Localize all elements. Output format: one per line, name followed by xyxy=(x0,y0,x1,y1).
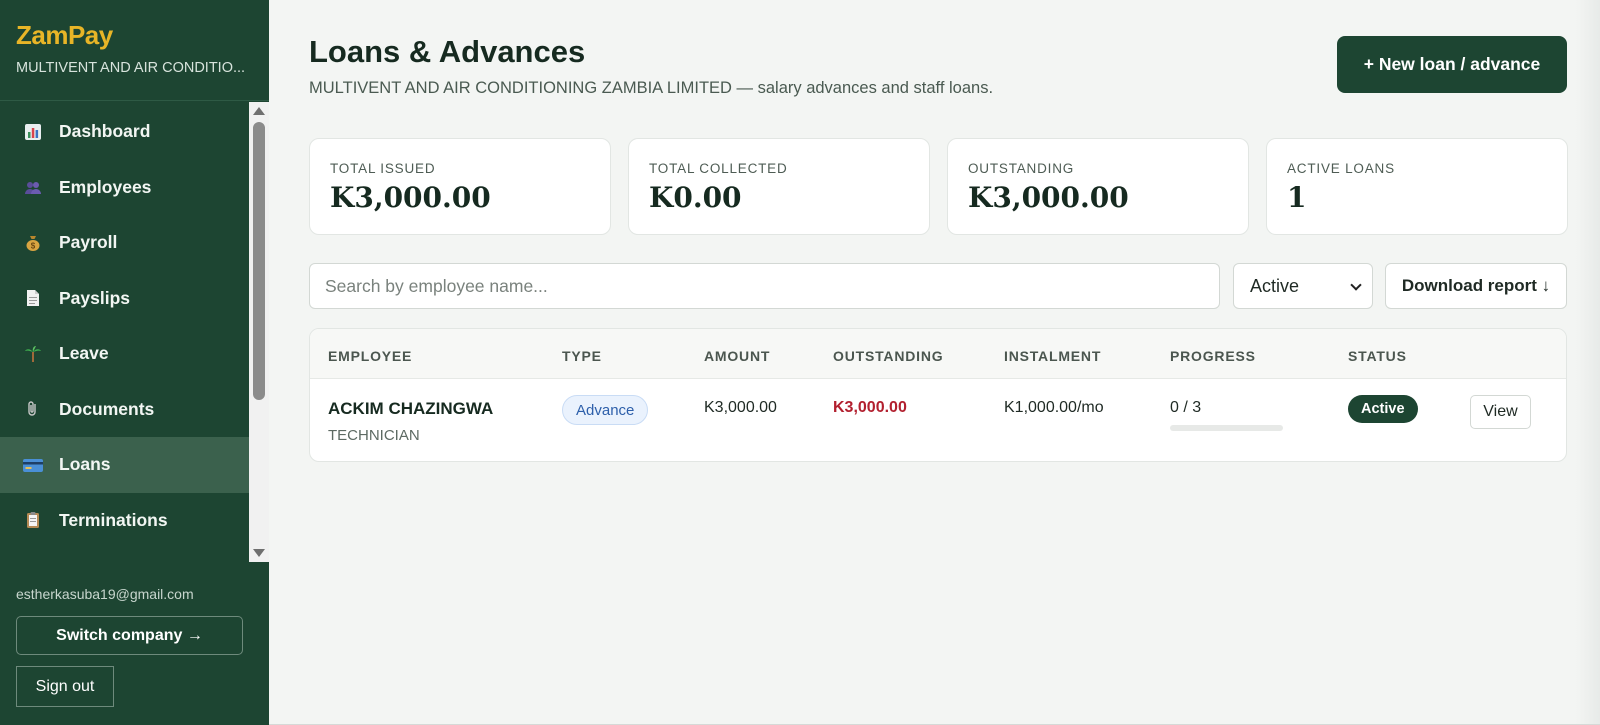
sidebar-item-leave[interactable]: Leave xyxy=(0,326,249,382)
scroll-up-arrow-icon[interactable] xyxy=(253,107,265,115)
page-edge-shade xyxy=(1576,0,1600,725)
scroll-down-arrow-icon[interactable] xyxy=(253,549,265,557)
sidebar-item-documents[interactable]: Documents xyxy=(0,382,249,438)
credit-card-icon xyxy=(23,455,43,475)
type-badge: Advance xyxy=(562,395,649,425)
money-bag-icon: $ xyxy=(23,233,43,253)
outstanding-amount: K3,000.00 xyxy=(833,399,907,416)
column-header-type: TYPE xyxy=(562,348,602,364)
stat-card-total-collected: TOTAL COLLECTED K0.00 xyxy=(628,138,930,235)
sidebar-item-payroll[interactable]: $ Payroll xyxy=(0,215,249,271)
page-subtitle: MULTIVENT AND AIR CONDITIONING ZAMBIA LI… xyxy=(309,79,994,97)
sidebar-scrollbar[interactable] xyxy=(249,102,269,562)
stat-card-total-issued: TOTAL ISSUED K3,000.00 xyxy=(309,138,611,235)
column-header-amount: AMOUNT xyxy=(704,348,771,364)
employee-name: ACKIM CHAZINGWA xyxy=(328,399,494,418)
stat-label: TOTAL COLLECTED xyxy=(649,161,788,176)
new-loan-button[interactable]: + New loan / advance xyxy=(1337,36,1567,93)
sidebar-item-label: Loans xyxy=(59,454,111,475)
user-email: estherkasuba19@gmail.com xyxy=(16,586,194,602)
column-header-employee: EMPLOYEE xyxy=(328,348,413,364)
status-badge: Active xyxy=(1348,395,1418,423)
scrollbar-thumb[interactable] xyxy=(253,122,265,400)
stat-value: K0.00 xyxy=(649,181,742,214)
brand-logo[interactable]: ZamPay xyxy=(16,20,113,51)
paperclip-icon xyxy=(23,399,43,419)
instalment-amount: K1,000.00/mo xyxy=(1004,399,1104,416)
sidebar-item-label: Terminations xyxy=(59,509,168,530)
loans-table: EMPLOYEE TYPE AMOUNT OUTSTANDING INSTALM… xyxy=(309,328,1567,462)
sidebar-item-dashboard[interactable]: Dashboard xyxy=(0,104,249,160)
stat-value: K3,000.00 xyxy=(330,181,491,214)
stat-card-outstanding: OUTSTANDING K3,000.00 xyxy=(947,138,1249,235)
stat-label: TOTAL ISSUED xyxy=(330,161,436,176)
sidebar-item-employees[interactable]: Employees xyxy=(0,160,249,216)
sidebar-item-terminations[interactable]: Terminations xyxy=(0,493,249,549)
column-header-instalment: INSTALMENT xyxy=(1004,348,1102,364)
column-header-status: STATUS xyxy=(1348,348,1407,364)
page-title: Loans & Advances xyxy=(309,34,586,69)
people-icon xyxy=(23,177,43,197)
status-filter-select[interactable]: Active xyxy=(1233,263,1373,309)
sidebar-item-label: Leave xyxy=(59,343,109,364)
download-report-button[interactable]: Download report ↓ xyxy=(1385,263,1567,309)
sidebar-nav: Dashboard Employees $ Payroll Payslips L… xyxy=(0,104,249,562)
sidebar-item-label: Employees xyxy=(59,176,152,197)
stat-label: OUTSTANDING xyxy=(968,161,1075,176)
sidebar: ZamPay MULTIVENT AND AIR CONDITIO... Das… xyxy=(0,0,269,725)
table-header: EMPLOYEE TYPE AMOUNT OUTSTANDING INSTALM… xyxy=(310,329,1566,379)
sidebar-divider xyxy=(0,100,269,101)
chart-icon xyxy=(23,122,43,142)
sidebar-item-label: Payslips xyxy=(59,287,131,308)
company-name: MULTIVENT AND AIR CONDITIO... xyxy=(16,60,246,76)
stat-value: 1 xyxy=(1287,181,1307,214)
sidebar-item-payslips[interactable]: Payslips xyxy=(0,271,249,327)
stat-label: ACTIVE LOANS xyxy=(1287,161,1395,176)
search-input[interactable] xyxy=(309,263,1220,309)
loan-amount: K3,000.00 xyxy=(704,399,777,416)
sidebar-item-label: Payroll xyxy=(59,232,118,253)
switch-company-button[interactable]: Switch company → xyxy=(16,616,243,655)
clipboard-icon xyxy=(23,510,43,530)
sidebar-item-loans[interactable]: Loans xyxy=(0,437,249,493)
column-header-outstanding: OUTSTANDING xyxy=(833,348,944,364)
svg-text:$: $ xyxy=(31,241,36,250)
table-row: ACKIM CHAZINGWA TECHNICIAN Advance K3,00… xyxy=(310,379,1566,461)
sidebar-item-label: Dashboard xyxy=(59,121,151,142)
sign-out-button[interactable]: Sign out xyxy=(16,666,114,707)
chevron-down-icon xyxy=(1350,279,1362,291)
sidebar-item-label: Documents xyxy=(59,398,155,419)
progress-text: 0 / 3 xyxy=(1170,399,1202,416)
stat-card-active-loans: ACTIVE LOANS 1 xyxy=(1266,138,1568,235)
document-icon xyxy=(23,288,43,308)
employee-role: TECHNICIAN xyxy=(328,427,420,444)
palm-tree-icon xyxy=(23,344,43,364)
progress-bar xyxy=(1170,425,1283,431)
view-button[interactable]: View xyxy=(1470,395,1531,429)
column-header-progress: PROGRESS xyxy=(1170,348,1256,364)
stat-value: K3,000.00 xyxy=(968,181,1129,214)
status-filter-value: Active xyxy=(1250,275,1300,296)
